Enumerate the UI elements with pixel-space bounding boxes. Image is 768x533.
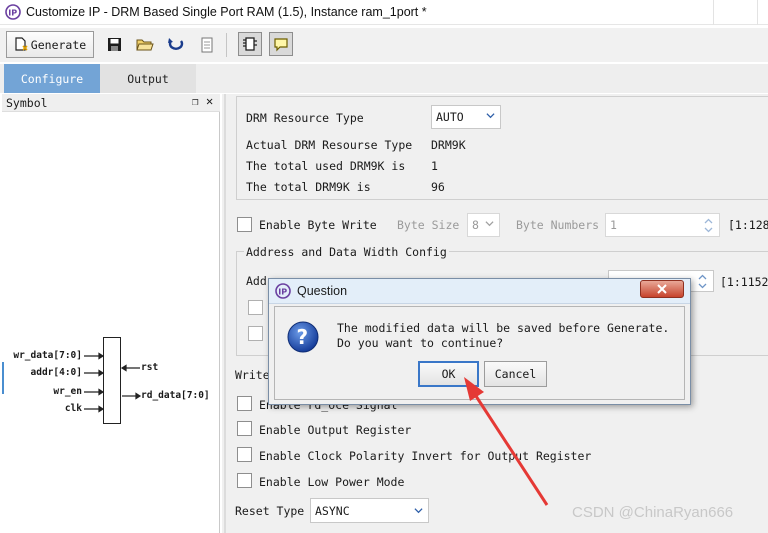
watermark: CSDN @ChinaRyan666 [572,504,734,521]
annotation-arrow [464,377,549,506]
